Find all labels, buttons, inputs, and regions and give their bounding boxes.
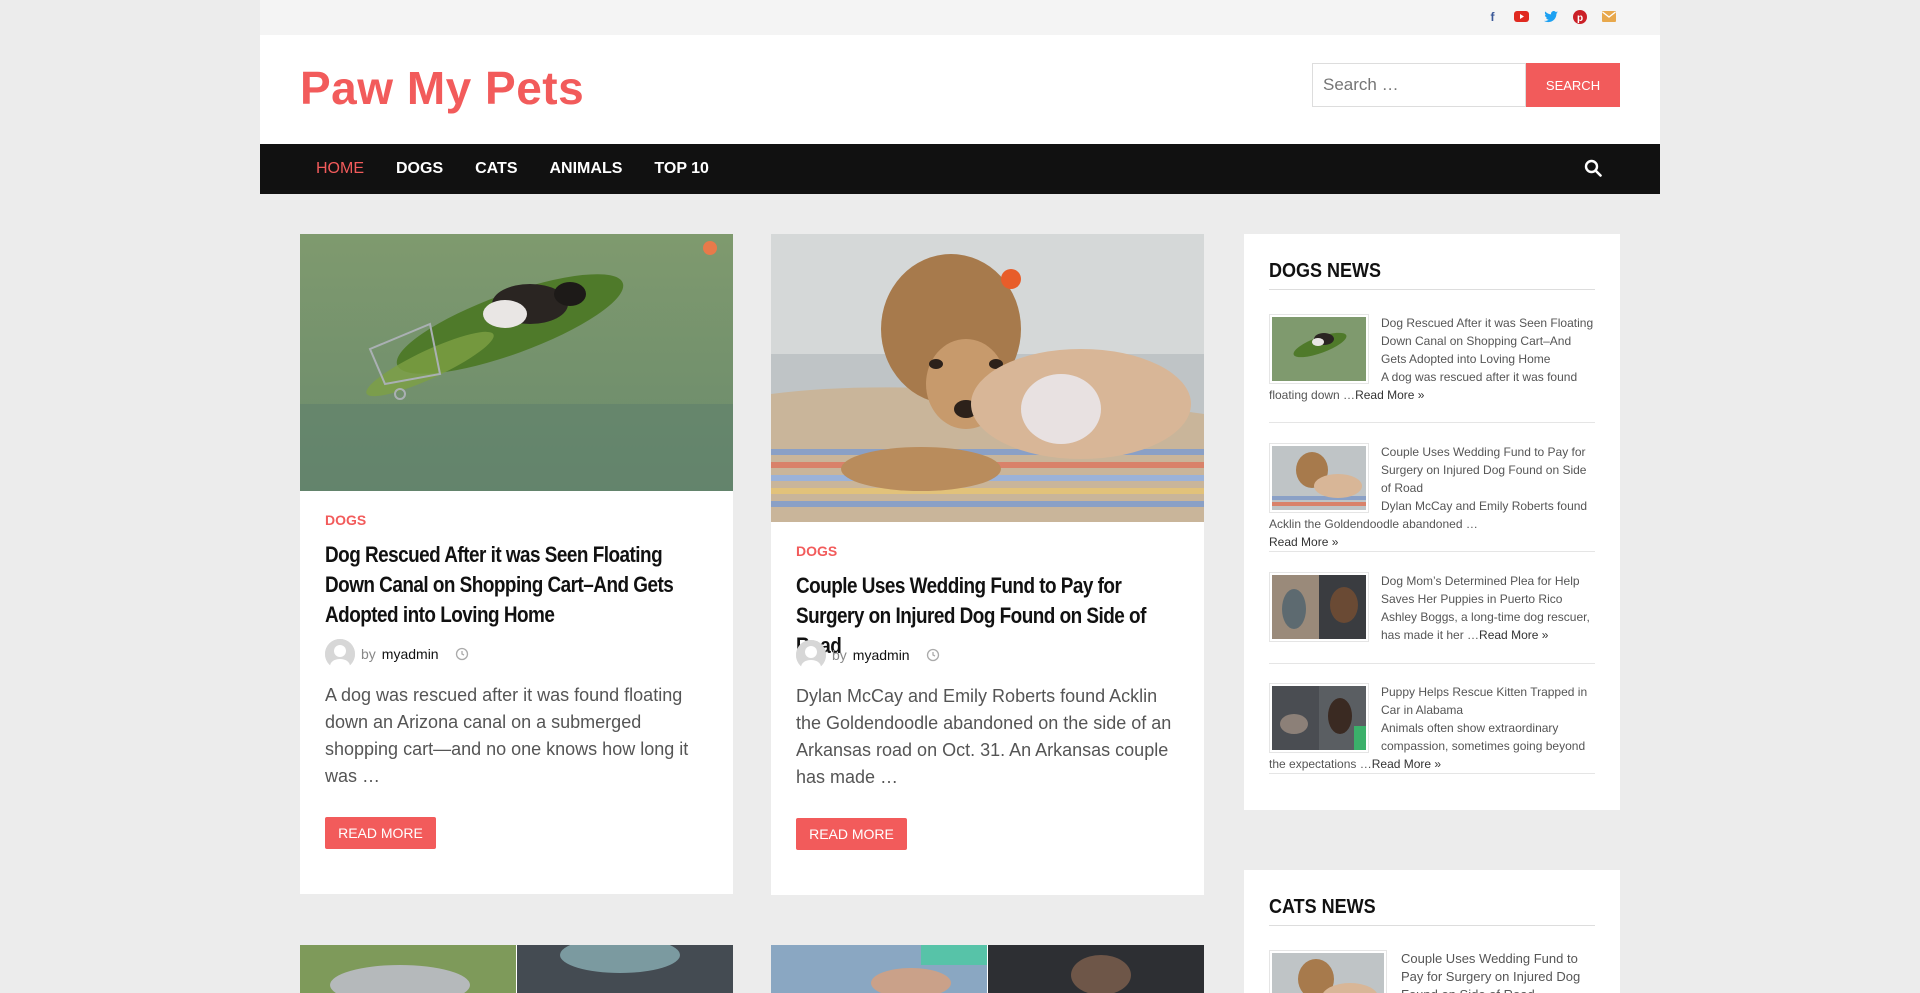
news-title[interactable]: Dog Mom’s Determined Plea for Help Saves… xyxy=(1381,574,1580,606)
post-by: by xyxy=(832,647,847,663)
news-thumbnail[interactable] xyxy=(1269,443,1369,513)
post-thumbnail[interactable] xyxy=(771,945,1204,993)
news-title[interactable]: Puppy Helps Rescue Kitten Trapped in Car… xyxy=(1381,685,1587,717)
post-meta: by myadmin xyxy=(325,639,469,669)
news-title[interactable]: Dog Rescued After it was Seen Floating D… xyxy=(1381,316,1593,366)
site-header: Paw My Pets Search xyxy=(260,35,1660,144)
pinterest-icon[interactable]: p xyxy=(1572,9,1587,24)
nav-item-dogs[interactable]: DOGS xyxy=(396,160,443,178)
post-card xyxy=(771,945,1204,993)
post-card: DOGS Dog Rescued After it was Seen Float… xyxy=(300,234,733,894)
news-thumbnail[interactable] xyxy=(1269,314,1369,384)
search-button[interactable]: Search xyxy=(1526,63,1620,107)
nav-item-cats[interactable]: CATS xyxy=(475,160,517,178)
post-author[interactable]: myadmin xyxy=(853,647,910,663)
author-avatar xyxy=(796,640,826,670)
main-nav: HOME DOGS CATS ANIMALS TOP 10 xyxy=(260,144,1660,194)
twitter-icon[interactable] xyxy=(1543,9,1558,24)
post-thumbnail[interactable] xyxy=(300,945,733,993)
widget-divider xyxy=(1269,925,1595,926)
widget-title: CATS NEWS xyxy=(1269,896,1376,918)
news-read-more[interactable]: Read More » xyxy=(1355,388,1424,402)
page-wrapper: f p Paw My Pets Search HOME DOGS CATS AN… xyxy=(260,0,1660,993)
item-divider xyxy=(1269,663,1595,664)
item-divider xyxy=(1269,422,1595,423)
clock-icon xyxy=(455,647,469,661)
post-thumbnail[interactable] xyxy=(771,234,1204,522)
post-category[interactable]: DOGS xyxy=(796,543,837,559)
cats-news-widget: CATS NEWS Couple Uses Wedding Fund to Pa… xyxy=(1244,870,1620,993)
svg-text:p: p xyxy=(1576,13,1582,24)
news-title[interactable]: Couple Uses Wedding Fund to Pay for Surg… xyxy=(1401,951,1580,993)
news-thumbnail[interactable] xyxy=(1269,572,1369,642)
post-excerpt: A dog was rescued after it was found flo… xyxy=(325,685,689,786)
widget-news-item[interactable]: Couple Uses Wedding Fund to Pay for Surg… xyxy=(1269,950,1595,993)
news-read-more[interactable]: Read More » xyxy=(1269,535,1338,549)
news-thumbnail[interactable] xyxy=(1269,683,1369,753)
news-read-more[interactable]: Read More » xyxy=(1372,757,1441,771)
post-card: DOGS Couple Uses Wedding Fund to Pay for… xyxy=(771,234,1204,895)
news-title[interactable]: Couple Uses Wedding Fund to Pay for Surg… xyxy=(1381,445,1586,495)
read-more-button[interactable]: Read More xyxy=(796,818,907,850)
nav-search-icon[interactable] xyxy=(1584,159,1604,179)
clock-icon xyxy=(926,648,940,662)
author-avatar xyxy=(325,639,355,669)
item-divider xyxy=(1269,551,1595,552)
widget-news-item[interactable]: Dog Mom’s Determined Plea for Help Saves… xyxy=(1269,572,1595,664)
post-card xyxy=(300,945,733,993)
widget-title: DOGS NEWS xyxy=(1269,260,1382,282)
social-links: f p xyxy=(1485,9,1616,24)
widget-news-item[interactable]: Puppy Helps Rescue Kitten Trapped in Car… xyxy=(1269,683,1595,774)
search-input[interactable] xyxy=(1312,63,1526,107)
post-excerpt: Dylan McCay and Emily Roberts found Ackl… xyxy=(796,686,1172,787)
top-bar: f p xyxy=(260,0,1660,35)
widget-news-item[interactable]: Couple Uses Wedding Fund to Pay for Surg… xyxy=(1269,443,1595,552)
site-logo[interactable]: Paw My Pets xyxy=(300,61,584,115)
nav-item-home[interactable]: HOME xyxy=(316,160,364,178)
news-thumbnail[interactable] xyxy=(1269,950,1387,993)
post-by: by xyxy=(361,646,376,662)
widget-news-item[interactable]: Dog Rescued After it was Seen Floating D… xyxy=(1269,314,1595,423)
youtube-icon[interactable] xyxy=(1514,9,1529,24)
news-read-more[interactable]: Read More » xyxy=(1479,628,1548,642)
dogs-news-widget: DOGS NEWS Dog Rescued After it was Seen … xyxy=(1244,234,1620,810)
item-divider xyxy=(1269,773,1595,774)
widget-divider xyxy=(1269,289,1595,290)
post-author[interactable]: myadmin xyxy=(382,646,439,662)
read-more-button[interactable]: Read More xyxy=(325,817,436,849)
post-category[interactable]: DOGS xyxy=(325,512,366,528)
facebook-icon[interactable]: f xyxy=(1485,9,1500,24)
nav-item-top-10[interactable]: TOP 10 xyxy=(654,160,709,178)
post-title[interactable]: Dog Rescued After it was Seen Floating D… xyxy=(325,540,703,630)
email-icon[interactable] xyxy=(1601,9,1616,24)
nav-item-animals[interactable]: ANIMALS xyxy=(550,160,623,178)
post-meta: by myadmin xyxy=(796,640,940,670)
post-thumbnail[interactable] xyxy=(300,234,733,491)
